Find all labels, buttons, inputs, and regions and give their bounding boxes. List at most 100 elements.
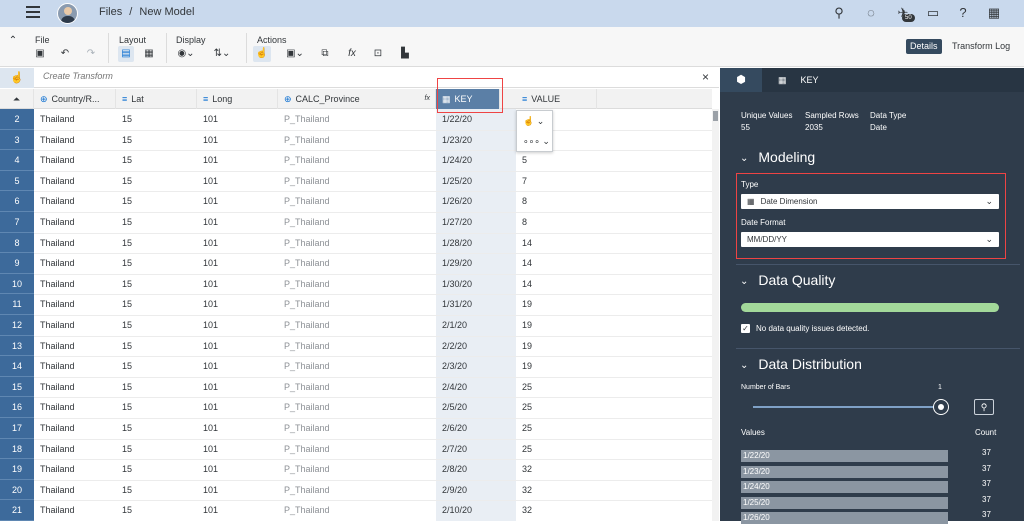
- cell-lat[interactable]: 15: [116, 418, 132, 439]
- cell-key[interactable]: 2/5/20: [436, 397, 467, 418]
- cell-long[interactable]: 101: [197, 150, 218, 171]
- layout-grid-icon[interactable]: ▦: [141, 46, 157, 62]
- cell-key[interactable]: 1/31/20: [436, 294, 472, 315]
- cell-prov[interactable]: P_Thailand: [278, 377, 330, 398]
- column-header-lat[interactable]: ≡ Lat: [116, 89, 197, 109]
- row-number[interactable]: 4: [0, 150, 34, 171]
- row-number[interactable]: 6: [0, 191, 34, 212]
- cell-prov[interactable]: P_Thailand: [278, 500, 330, 521]
- distribution-bar[interactable]: 1/23/20: [741, 465, 948, 478]
- row-number[interactable]: 2: [0, 109, 34, 130]
- search-icon[interactable]: ⚲: [830, 4, 848, 22]
- cell-lat[interactable]: 15: [116, 274, 132, 295]
- breadcrumb-files[interactable]: Files: [99, 6, 122, 18]
- cell-long[interactable]: 101: [197, 459, 218, 480]
- cell-long[interactable]: 101: [197, 253, 218, 274]
- cell-country[interactable]: Thailand: [34, 397, 75, 418]
- cell-value[interactable]: 14: [516, 274, 532, 295]
- cell-lat[interactable]: 15: [116, 397, 132, 418]
- hierarchy-icon[interactable]: ⧉: [318, 46, 332, 62]
- details-button[interactable]: Details: [906, 39, 942, 54]
- cell-lat[interactable]: 15: [116, 171, 132, 192]
- cell-lat[interactable]: 15: [116, 336, 132, 357]
- cell-long[interactable]: 101: [197, 212, 218, 233]
- row-number[interactable]: 18: [0, 438, 34, 460]
- cell-long[interactable]: 101: [197, 336, 218, 357]
- cell-value[interactable]: 7: [516, 171, 527, 192]
- cell-key[interactable]: 1/29/20: [436, 253, 472, 274]
- cell-lat[interactable]: 15: [116, 150, 132, 171]
- row-number[interactable]: 14: [0, 356, 34, 377]
- cell-prov[interactable]: P_Thailand: [278, 191, 330, 212]
- row-number[interactable]: 5: [0, 170, 34, 192]
- cell-lat[interactable]: 15: [116, 109, 132, 130]
- column-header-country[interactable]: ⊕ Country/R...: [34, 89, 116, 109]
- cell-country[interactable]: Thailand: [34, 377, 75, 398]
- cell-lat[interactable]: 15: [116, 439, 132, 460]
- cell-key[interactable]: 2/8/20: [436, 459, 467, 480]
- row-number[interactable]: 15: [0, 376, 34, 398]
- transform-action-icon[interactable]: ☝ ⌄: [517, 111, 552, 131]
- cell-lat[interactable]: 15: [116, 212, 132, 233]
- cell-long[interactable]: 101: [197, 191, 218, 212]
- cell-long[interactable]: 101: [197, 294, 218, 315]
- cell-long[interactable]: 101: [197, 171, 218, 192]
- cell-country[interactable]: Thailand: [34, 109, 75, 130]
- cell-lat[interactable]: 15: [116, 233, 132, 254]
- cell-country[interactable]: Thailand: [34, 130, 75, 151]
- column-header-long[interactable]: ≡ Long: [197, 89, 278, 109]
- cell-lat[interactable]: 15: [116, 294, 132, 315]
- cell-value[interactable]: 32: [516, 480, 532, 501]
- smart-transform-icon[interactable]: ☝: [253, 46, 271, 62]
- cell-value[interactable]: 19: [516, 336, 532, 357]
- menu-icon[interactable]: [26, 6, 40, 18]
- cell-prov[interactable]: P_Thailand: [278, 233, 330, 254]
- cell-prov[interactable]: P_Thailand: [278, 171, 330, 192]
- save-icon[interactable]: ▣: [33, 46, 47, 62]
- cell-country[interactable]: Thailand: [34, 294, 75, 315]
- row-number[interactable]: 3: [0, 129, 34, 151]
- cell-lat[interactable]: 15: [116, 377, 132, 398]
- cell-key[interactable]: 2/4/20: [436, 377, 467, 398]
- geo-icon[interactable]: ⊡: [371, 46, 385, 62]
- cell-long[interactable]: 101: [197, 315, 218, 336]
- cell-prov[interactable]: P_Thailand: [278, 439, 330, 460]
- row-number[interactable]: 16: [0, 397, 34, 418]
- cell-country[interactable]: Thailand: [34, 212, 75, 233]
- formula-icon[interactable]: fx: [345, 46, 359, 62]
- close-icon[interactable]: ×: [702, 70, 709, 84]
- cell-value[interactable]: 25: [516, 439, 532, 460]
- lightbulb-icon[interactable]: ◌: [862, 4, 880, 22]
- column-settings-icon[interactable]: ▙: [398, 46, 412, 62]
- visibility-icon[interactable]: ◉⌄: [174, 46, 198, 62]
- cell-prov[interactable]: P_Thailand: [278, 336, 330, 357]
- layout-table-icon[interactable]: ▤: [118, 46, 134, 62]
- row-number[interactable]: 10: [0, 273, 34, 295]
- cell-value[interactable]: 25: [516, 397, 532, 418]
- distribution-bar[interactable]: 1/24/20: [741, 481, 948, 493]
- row-number[interactable]: 8: [0, 232, 34, 254]
- cell-key[interactable]: 1/27/20: [436, 212, 472, 233]
- row-number[interactable]: 13: [0, 335, 34, 357]
- row-number[interactable]: 7: [0, 212, 34, 233]
- cell-value[interactable]: 32: [516, 459, 532, 480]
- cell-value[interactable]: 32: [516, 500, 532, 521]
- cell-key[interactable]: 2/6/20: [436, 418, 467, 439]
- cell-key[interactable]: 1/25/20: [436, 171, 472, 192]
- cell-prov[interactable]: P_Thailand: [278, 212, 330, 233]
- bars-slider-handle[interactable]: [933, 399, 949, 415]
- collapse-icon[interactable]: ⌃: [6, 33, 20, 49]
- cell-country[interactable]: Thailand: [34, 253, 75, 274]
- help-icon[interactable]: ?: [954, 4, 972, 22]
- cell-lat[interactable]: 15: [116, 356, 132, 377]
- more-options-icon[interactable]: ∘∘∘ ⌄: [517, 131, 552, 151]
- bars-slider[interactable]: [753, 406, 939, 408]
- cell-long[interactable]: 101: [197, 480, 218, 501]
- feedback-icon[interactable]: ▭: [924, 4, 942, 22]
- row-number[interactable]: 17: [0, 418, 34, 439]
- cell-value[interactable]: 25: [516, 377, 532, 398]
- cell-lat[interactable]: 15: [116, 500, 132, 521]
- cell-key[interactable]: 2/7/20: [436, 439, 467, 460]
- cell-prov[interactable]: P_Thailand: [278, 315, 330, 336]
- distribution-bar[interactable]: 1/25/20: [741, 496, 948, 509]
